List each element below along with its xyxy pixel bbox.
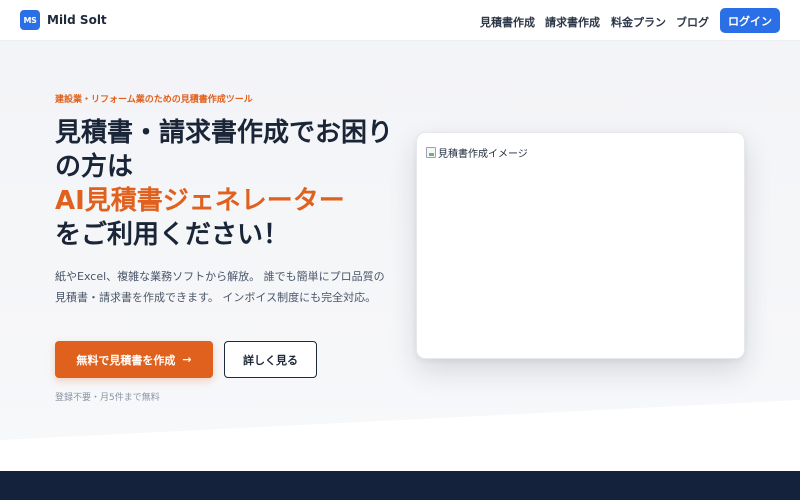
hero-image-alt: 見積書作成イメージ [438,149,528,160]
hero-headline: 見積書・請求書作成でお困りの方は AI見積書ジェネレーター をご利用ください！ [55,116,400,252]
nav-link-estimate[interactable]: 見積書作成 [480,14,535,30]
nav-link-invoice[interactable]: 請求書作成 [545,14,600,30]
hero-eyebrow: 建設業・リフォーム業のための見積書作成ツール [55,95,253,105]
create-estimate-button[interactable]: 無料で見積書を作成 → [55,341,213,378]
nav-link-pricing[interactable]: 料金プラン [611,14,666,30]
create-estimate-label: 無料で見積書を作成 [76,353,176,367]
site-header: MS Mild Solt 見積書作成 請求書作成 料金プラン ブログ ログイン [0,0,800,41]
arrow-right-icon: → [182,353,192,366]
hero-bottom-wedge [0,400,800,472]
free-note: 登録不要・月5件まで無料 [55,393,160,403]
headline-part-1: 見積書・請求書作成でお困りの方は [55,118,394,182]
logo[interactable]: MS Mild Solt [20,10,107,30]
headline-part-2: をご利用ください！ [55,220,290,250]
logo-badge-icon: MS [20,10,40,30]
hero-image: 見積書作成イメージ [426,145,528,160]
login-button[interactable]: ログイン [720,8,780,33]
learn-more-button[interactable]: 詳しく見る [224,341,317,378]
footer-band [0,471,800,500]
brand-name: Mild Solt [47,13,107,27]
hero-description: 紙やExcel、複雑な業務ソフトから解放。 誰でも簡単にプロ品質の見積書・請求書… [55,270,385,304]
hero-image-card: 見積書作成イメージ [416,132,745,359]
headline-accent: AI見積書ジェネレーター [55,186,345,216]
broken-image-icon [426,147,436,158]
nav-link-blog[interactable]: ブログ [676,14,709,30]
